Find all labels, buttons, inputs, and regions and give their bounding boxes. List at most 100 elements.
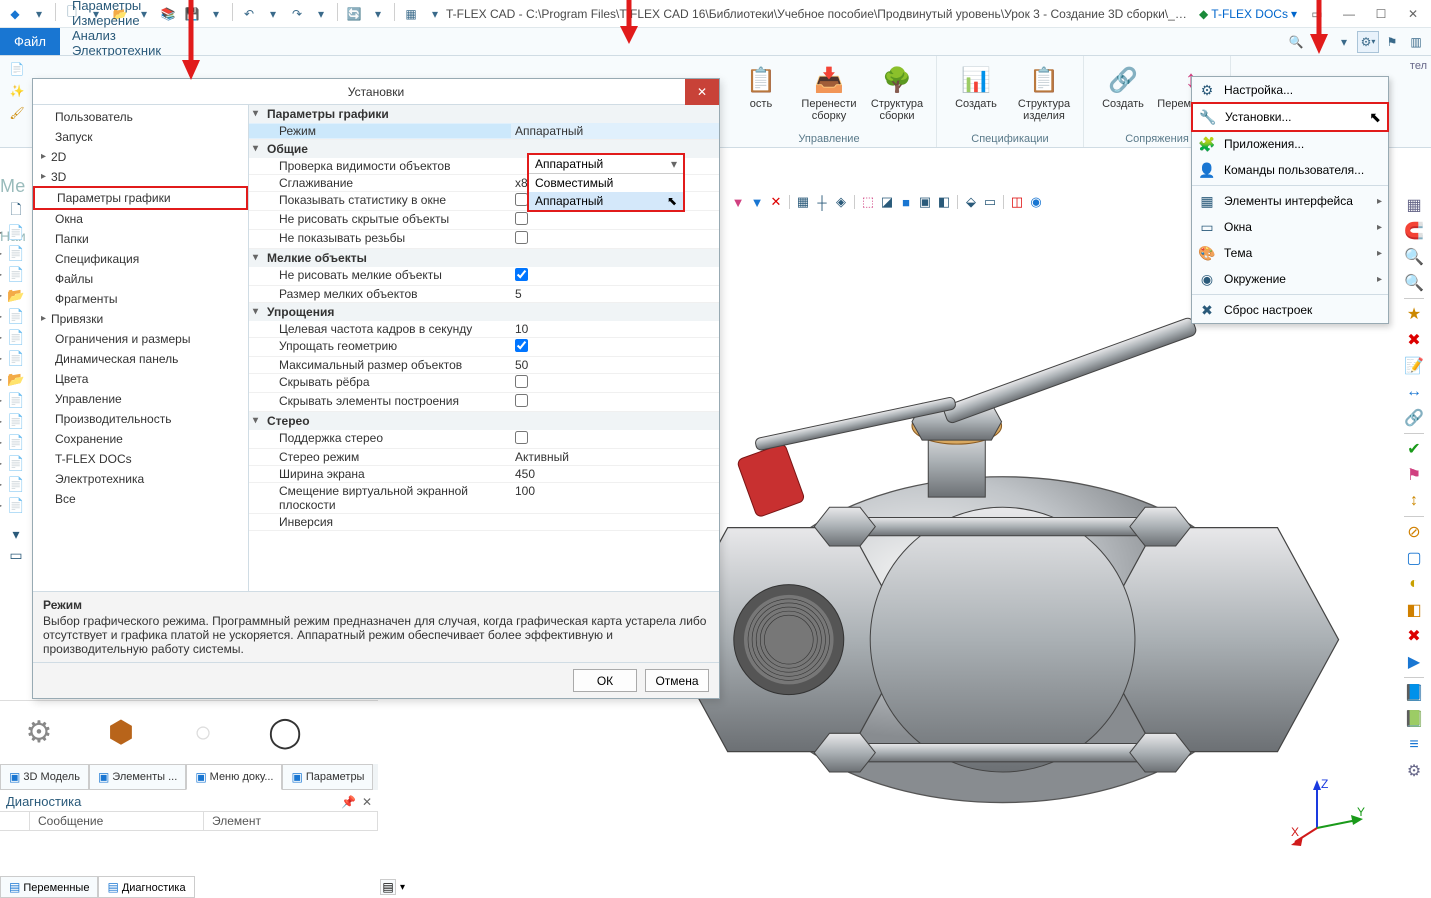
redo-dd[interactable]: ▾ [310,3,332,25]
diag-col-header[interactable] [0,812,30,830]
ls-icon-11[interactable]: 📄 [7,412,25,430]
ls-icon-12[interactable]: 📄 [7,433,25,451]
ls-icon-5[interactable]: 📂 [7,286,25,304]
btn-assembly-structure[interactable]: 🌳Структура сборки [866,60,928,133]
maximize-icon[interactable]: ☐ [1367,3,1395,25]
rt-pick-icon[interactable]: ★ [1403,303,1425,325]
btn-create-spec[interactable]: 📊Создать [945,60,1007,133]
prop-checkbox[interactable] [515,231,528,244]
part-thumb-1[interactable]: ⚙ [18,712,60,754]
prop-row[interactable]: Не рисовать мелкие объекты [249,267,719,286]
cancel-button[interactable]: Отмена [645,669,709,692]
tab-Анализ[interactable]: Анализ [60,28,176,43]
nav-item-Окна[interactable]: Окна [33,209,248,229]
undo-icon[interactable]: ↶ [238,3,260,25]
nav-item-3D[interactable]: 3D [33,167,248,187]
prop-row[interactable]: Максимальный размер объектов50 [249,357,719,374]
axis-gizmo[interactable]: Z Y X [1289,778,1369,848]
nav-item-Привязки[interactable]: Привязки [33,309,248,329]
qat-dd6[interactable]: ▾ [424,3,446,25]
vp-hidden-icon[interactable]: ◪ [879,194,895,210]
rt-eq-icon[interactable]: ≡ [1403,734,1425,756]
status-tab-Переменные[interactable]: ▤Переменные [0,876,98,898]
help-icon[interactable]: ? [1309,31,1331,53]
rt-del-icon[interactable]: ✖ [1403,625,1425,647]
ls-icon-7[interactable]: 📄 [7,328,25,346]
prop-value[interactable] [511,394,719,410]
prop-row[interactable]: Не рисовать скрытые объекты [249,211,719,230]
dialog-close-button[interactable]: ✕ [685,79,719,105]
nav-item-Сохранение[interactable]: Сохранение [33,429,248,449]
dropdown-option[interactable]: Совместимый [529,174,683,192]
menu-item-Команды пользователя...[interactable]: 👤Команды пользователя... [1192,157,1388,183]
rt-grid-icon[interactable]: ▦ [1403,194,1425,216]
rt-dim2-icon[interactable]: ↕ [1403,490,1425,512]
panel-icon[interactable]: ▥ [1405,31,1427,53]
vp-filter-icon[interactable]: ▼ [730,194,746,210]
rt-dim-icon[interactable]: ↔ [1403,381,1425,403]
file-menu-button[interactable]: Файл [0,28,60,55]
qat-dropdown-icon[interactable]: ▾ [28,3,50,25]
ls-icon-2[interactable]: 📄 [7,223,25,241]
vp-shaded-icon[interactable]: ■ [898,194,914,210]
vp-wireframe-icon[interactable]: ⬚ [860,194,876,210]
nav-item-Запуск[interactable]: Запуск [33,127,248,147]
diag-col-header[interactable]: Сообщение [30,812,204,830]
rt-link-icon[interactable]: 🔗 [1403,407,1425,429]
qat-dd5[interactable]: ▾ [367,3,389,25]
prop-group-Стерео[interactable]: Стерео [249,412,719,430]
rt-zoom-in-icon[interactable]: 🔍 [1403,272,1425,294]
nav-item-Динамическая панель[interactable]: Динамическая панель [33,349,248,369]
nav-item-Параметры графики[interactable]: Параметры графики [33,186,248,210]
part-thumb-3[interactable]: ○ [182,712,224,754]
windows-icon[interactable]: ▦ [400,3,422,25]
rt-zoom-fit-icon[interactable]: 🔍 [1403,246,1425,268]
ls-icon-16[interactable]: ▾ [7,525,25,543]
rt-doc-icon[interactable]: 📘 [1403,682,1425,704]
ls-icon-3[interactable]: 📄 [7,244,25,262]
btn-ost[interactable]: 📋ость [730,60,792,133]
app-icon[interactable]: ◆ [4,3,26,25]
vp-filter2-icon[interactable]: ▼ [749,194,765,210]
part-thumb-2[interactable]: ⬢ [100,712,142,754]
rt-note-icon[interactable]: 📝 [1403,355,1425,377]
ls-icon-17[interactable]: ▭ [7,546,25,564]
menu-item-Тема[interactable]: 🎨Тема▸ [1192,240,1388,266]
save-icon[interactable]: 💾 [181,3,203,25]
gear-icon[interactable]: ⚙▾ [1357,31,1379,53]
prop-value[interactable] [511,231,719,247]
vp-shaded-edges-icon[interactable]: ▣ [917,194,933,210]
doc-icon[interactable]: 📄 [7,59,27,79]
prop-value[interactable]: 5 [511,287,719,301]
prop-checkbox[interactable] [515,431,528,444]
nav-item-Папки[interactable]: Папки [33,229,248,249]
bottom-tab-Параметры[interactable]: ▣Параметры [282,764,373,790]
bottom-tab-Элементы ...[interactable]: ▣Элементы ... [89,764,186,790]
nav-item-Пользователь[interactable]: Пользователь [33,107,248,127]
prop-value[interactable] [511,268,719,284]
pin-icon[interactable]: 📌 [341,795,356,809]
prop-checkbox[interactable] [515,212,528,225]
prop-value[interactable]: Аппаратный [511,124,719,138]
tab-Параметры[interactable]: Параметры [60,0,176,13]
nav-item-Электротехника[interactable]: Электротехника [33,469,248,489]
prop-group-Мелкие объекты[interactable]: Мелкие объекты [249,249,719,267]
vp-render-icon[interactable]: ◧ [936,194,952,210]
menu-item-Окружение[interactable]: ◉Окружение▸ [1192,266,1388,292]
prop-row[interactable]: Смещение виртуальной экранной плоскости1… [249,483,719,514]
rt-magnet-icon[interactable]: 🧲 [1403,220,1425,242]
part-thumb-4[interactable]: ◯ [264,712,306,754]
nav-item-Производительность[interactable]: Производительность [33,409,248,429]
prop-value[interactable]: 100 [511,484,719,512]
ribbon-collapse-icon[interactable]: ▭ [1303,3,1331,25]
nav-item-Управление[interactable]: Управление [33,389,248,409]
highlight-icon[interactable]: ✨ [7,81,27,101]
rt-new-icon[interactable]: ▶ [1403,651,1425,673]
status-tab-Диагностика[interactable]: ▤Диагностика [98,876,194,898]
rt-flag-icon[interactable]: ⚑ [1403,464,1425,486]
close-icon[interactable]: ✕ [1399,3,1427,25]
ls-icon-15[interactable]: 📄 [7,496,25,514]
qat-dd4[interactable]: ▾ [205,3,227,25]
rt-note2-icon[interactable]: 📗 [1403,708,1425,730]
tflex-docs-button[interactable]: ◆T-FLEX DOCs▾ [1193,7,1303,21]
